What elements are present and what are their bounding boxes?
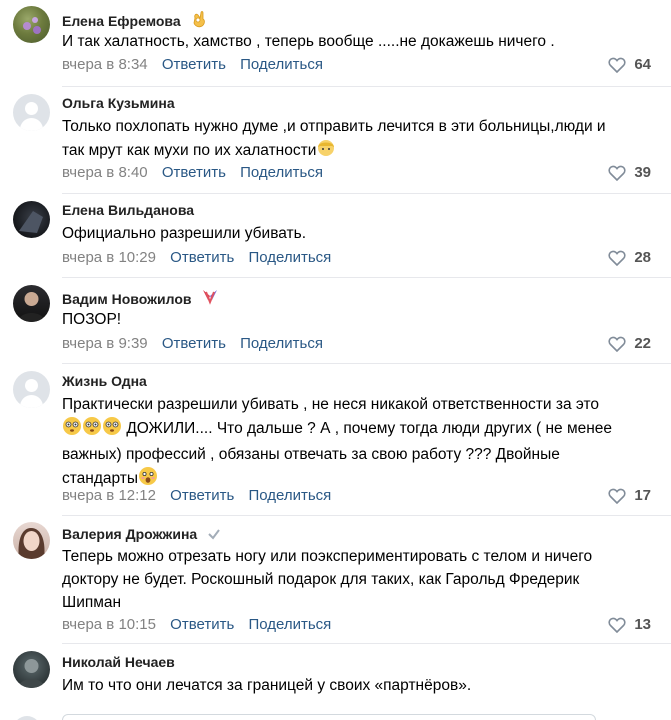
comment-text: Только похлопать нужно думе ,и отправить… <box>62 115 659 165</box>
comment-meta: вчера в 8:40 Ответить Поделиться <box>62 164 323 181</box>
comment-text-line-part: так мрут как мухи по их халатности <box>62 142 317 159</box>
divider <box>62 363 671 364</box>
reply-input[interactable] <box>62 714 596 720</box>
comment-text-line: важных) профессий , обязаны отвечать за … <box>62 446 560 463</box>
author-name[interactable]: Елена Вильданова <box>62 202 194 218</box>
comment-meta: вчера в 10:29 Ответить Поделиться <box>62 249 331 266</box>
comment-time[interactable]: вчера в 12:12 <box>62 487 156 504</box>
avatar[interactable] <box>13 285 50 322</box>
heart-icon <box>608 488 626 504</box>
comment-meta: вчера в 12:12 Ответить Поделиться <box>62 487 331 504</box>
share-button[interactable]: Поделиться <box>240 335 323 352</box>
comment-text: ПОЗОР! <box>62 311 122 328</box>
comment-meta: вчера в 10:15 Ответить Поделиться <box>62 616 331 633</box>
avatar-image <box>18 292 45 322</box>
current-user-avatar <box>13 716 41 720</box>
reply-bar <box>0 706 671 720</box>
like-button[interactable]: 17 <box>608 487 651 504</box>
avatar-image <box>18 659 45 688</box>
comment-text: Практически разрешили убивать , не неся … <box>62 393 659 493</box>
avatar[interactable] <box>13 201 50 238</box>
like-count: 39 <box>634 164 651 181</box>
comment-text: Им то что они лечатся за границей у свои… <box>62 677 472 694</box>
like-count: 22 <box>634 335 651 352</box>
author-name[interactable]: Жизнь Одна <box>62 373 147 389</box>
comment-meta: вчера в 8:34 Ответить Поделиться <box>62 56 323 73</box>
author-name[interactable]: Елена Ефремова <box>62 13 181 29</box>
comment-meta: вчера в 9:39 Ответить Поделиться <box>62 335 323 352</box>
comment-text-line: Теперь можно отрезать ногу или поэкспери… <box>62 548 593 565</box>
like-count: 17 <box>634 487 651 504</box>
heart-icon <box>608 336 626 352</box>
divider <box>62 277 671 278</box>
comment-author[interactable]: Вадим Новожилов <box>62 288 219 309</box>
reply-button[interactable]: Ответить <box>170 487 234 504</box>
comment-text-line: Шипман <box>62 594 122 611</box>
divider <box>62 643 671 644</box>
comment-text: Теперь можно отрезать ногу или поэкспери… <box>62 545 659 614</box>
share-button[interactable]: Поделиться <box>240 164 323 181</box>
avatar-image <box>19 211 43 233</box>
comment-time[interactable]: вчера в 8:34 <box>62 56 148 73</box>
comment-time[interactable]: вчера в 10:29 <box>62 249 156 266</box>
comment-text-line: так мрут как мухи по их халатности <box>62 138 659 165</box>
author-name[interactable]: Валерия Дрожжина <box>62 526 197 542</box>
like-count: 64 <box>634 56 651 73</box>
heart-icon <box>608 617 626 633</box>
comment-text-line: Только похлопать нужно думе ,и отправить… <box>62 118 606 135</box>
avatar[interactable] <box>13 371 50 408</box>
comment-time[interactable]: вчера в 8:40 <box>62 164 148 181</box>
divider <box>62 193 671 194</box>
author-name[interactable]: Вадим Новожилов <box>62 291 192 307</box>
reply-button[interactable]: Ответить <box>162 56 226 73</box>
avatar[interactable] <box>13 94 50 131</box>
comment-text-line: доктору не будет. Роскошный подарок для … <box>62 571 580 588</box>
avatar[interactable] <box>13 522 50 559</box>
comment-text-line-part: ДОЖИЛИ.... Что дальше ? А , почему тогда… <box>126 420 613 437</box>
comment-author[interactable]: Валерия Дрожжина <box>62 526 221 544</box>
flushed-face-emoji-icon <box>62 416 82 443</box>
ok-hand-emoji-icon <box>191 10 207 31</box>
like-button[interactable]: 22 <box>608 335 651 352</box>
divider <box>62 86 671 87</box>
like-button[interactable]: 64 <box>608 56 651 73</box>
comment-text: И так халатность, хамство , теперь вообщ… <box>62 33 555 50</box>
heart-icon <box>608 250 626 266</box>
share-button[interactable]: Поделиться <box>248 487 331 504</box>
avatar[interactable] <box>13 6 50 43</box>
comment-time[interactable]: вчера в 9:39 <box>62 335 148 352</box>
comment-text-line: ДОЖИЛИ.... Что дальше ? А , почему тогда… <box>62 416 659 443</box>
share-button[interactable]: Поделиться <box>248 616 331 633</box>
reply-button[interactable]: Ответить <box>162 335 226 352</box>
comment-author[interactable]: Елена Ефремова <box>62 10 207 31</box>
blond-person-emoji-icon <box>316 138 336 165</box>
heart-icon <box>608 57 626 73</box>
comment-time[interactable]: вчера в 10:15 <box>62 616 156 633</box>
heart-icon <box>608 165 626 181</box>
like-count: 13 <box>634 616 651 633</box>
avatar[interactable] <box>13 651 50 688</box>
author-name[interactable]: Николай Нечаев <box>62 654 175 670</box>
verified-check-icon <box>207 527 221 544</box>
like-button[interactable]: 13 <box>608 616 651 633</box>
comment-text: Официально разрешили убивать. <box>62 225 307 242</box>
divider <box>62 515 671 516</box>
flushed-face-emoji-icon <box>82 416 102 443</box>
reply-button[interactable]: Ответить <box>170 616 234 633</box>
like-button[interactable]: 28 <box>608 249 651 266</box>
like-count: 28 <box>634 249 651 266</box>
comment-text-line-part: стандарты <box>62 470 139 487</box>
comment-text-line: Практически разрешили убивать , не неся … <box>62 396 600 413</box>
flushed-face-emoji-icon <box>102 416 122 443</box>
avatar-image <box>18 528 45 559</box>
reply-button[interactable]: Ответить <box>162 164 226 181</box>
reply-button[interactable]: Ответить <box>170 249 234 266</box>
author-name[interactable]: Ольга Кузьмина <box>62 95 175 111</box>
share-button[interactable]: Поделиться <box>248 249 331 266</box>
share-button[interactable]: Поделиться <box>240 56 323 73</box>
avatar-image <box>23 17 41 34</box>
like-button[interactable]: 39 <box>608 164 651 181</box>
ribbon-icon <box>201 288 219 309</box>
